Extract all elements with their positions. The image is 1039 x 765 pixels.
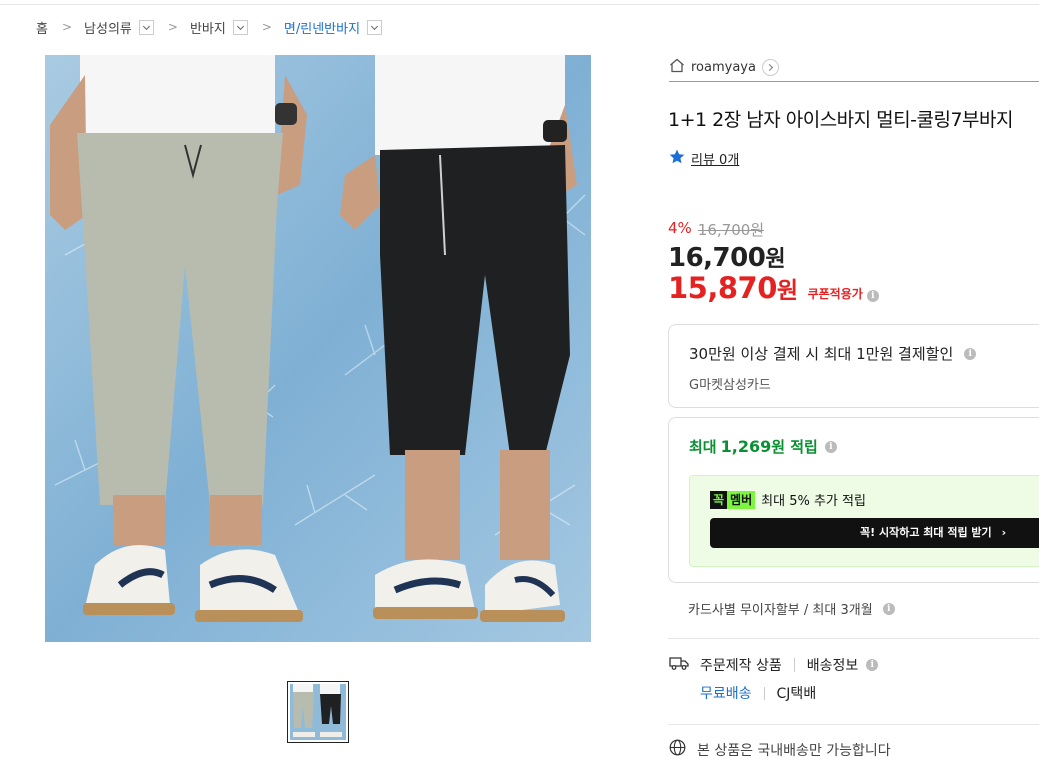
coupon-price: 15,870원 [668, 271, 798, 305]
price-block: 4% 16,700원 16,700원 15,870원 쿠폰적용가 i [668, 219, 879, 305]
product-main-image[interactable] [45, 55, 591, 642]
installment-text: 카드사별 무이자할부 / 최대 3개월 [688, 603, 873, 618]
separator [763, 686, 765, 700]
coupon-price-row: 15,870원 쿠폰적용가 i [668, 271, 879, 305]
points-box: 최대 1,269 원 적립 i 꼭 멤버 최대 5% 추가 적립 꼭! 시작하고… [668, 417, 1039, 583]
breadcrumb-category-2[interactable]: > 반바지 [154, 18, 248, 37]
discount-rate: 4% [668, 219, 692, 237]
carrier-label: CJ택배 [776, 686, 817, 702]
review-link[interactable]: 리뷰 0개 [669, 149, 739, 168]
ggok-badge-1: 꼭 [710, 490, 728, 509]
truck-icon [669, 656, 689, 674]
coupon-label: 쿠폰적용가 [807, 287, 863, 301]
ggok-member-promo: 꼭 멤버 최대 5% 추가 적립 꼭! 시작하고 최대 적립 받기 › [689, 475, 1039, 567]
original-price: 16,700원 [697, 221, 765, 239]
star-icon [669, 149, 685, 168]
divider [668, 638, 1039, 639]
breadcrumb-category-2-label[interactable]: 반바지 [190, 18, 226, 37]
points-suffix: 원 적립 [771, 438, 818, 456]
seller-name[interactable]: roamyaya [691, 60, 756, 75]
shipping-row: 주문제작 상품 배송정보 i [669, 655, 879, 675]
breadcrumb-home-label[interactable]: 홈 [36, 18, 48, 37]
breadcrumb-category-3-label[interactable]: 면/린넨반바지 [284, 18, 360, 37]
points-prefix: 최대 [689, 438, 717, 456]
breadcrumb-category-1-label[interactable]: 남성의류 [84, 18, 132, 37]
sale-price-number: 16,700 [668, 243, 766, 273]
top-divider [0, 4, 1039, 5]
breadcrumb-category-3[interactable]: > 면/린넨반바지 [248, 18, 383, 37]
chevron-down-icon[interactable] [232, 19, 248, 35]
ggok-start-button[interactable]: 꼭! 시작하고 최대 적립 받기 › [710, 518, 1039, 548]
divider [668, 724, 1039, 725]
info-icon[interactable]: i [824, 440, 837, 453]
member-bonus-text: 최대 5% 추가 적립 [761, 494, 866, 509]
seller-row[interactable]: roamyaya [669, 54, 1039, 82]
product-thumbnail[interactable] [287, 681, 349, 743]
chevron-down-icon[interactable] [367, 19, 383, 35]
points-headline: 최대 1,269 원 적립 i [689, 436, 1027, 457]
breadcrumb-category-1[interactable]: > 남성의류 [48, 18, 154, 37]
sale-price-unit: 원 [765, 247, 786, 272]
installment-row: 카드사별 무이자할부 / 최대 3개월 i [688, 599, 895, 618]
made-to-order-label: 주문제작 상품 [700, 658, 782, 674]
breadcrumb-home[interactable]: 홈 [36, 18, 48, 37]
shipping-detail-row: 무료배송 CJ택배 [700, 683, 816, 703]
info-icon[interactable]: i [866, 290, 879, 302]
discount-row: 4% 16,700원 [668, 219, 879, 240]
sale-price: 16,700원 [668, 241, 879, 273]
coupon-price-number: 15,870 [668, 271, 777, 305]
free-shipping-label: 무료배송 [700, 686, 752, 702]
ggok-member-badge: 꼭 멤버 [710, 490, 756, 509]
card-promo-headline-row: 30만원 이상 결제 시 최대 1만원 결제할인 i [689, 343, 1027, 364]
shipping-info-link[interactable]: 배송정보 [807, 655, 859, 675]
chevron-right-icon: > [61, 20, 73, 34]
domestic-shipping-note: 본 상품은 국내배송만 가능합니다 [697, 742, 891, 759]
card-promo-headline: 30만원 이상 결제 시 최대 1만원 결제할인 [689, 345, 954, 363]
card-promo-box: 30만원 이상 결제 시 최대 1만원 결제할인 i G마켓삼성카드 [668, 324, 1039, 408]
ggok-badge-2: 멤버 [727, 490, 756, 509]
review-count-label[interactable]: 리뷰 0개 [691, 149, 739, 168]
info-icon[interactable]: i [964, 347, 977, 360]
ggok-member-row: 꼭 멤버 최대 5% 추가 적립 [710, 490, 1039, 509]
coupon-price-unit: 원 [776, 278, 798, 304]
info-icon[interactable]: i [866, 659, 879, 671]
separator [793, 658, 795, 672]
breadcrumb: 홈 > 남성의류 > 반바지 > 면/린넨반바지 [36, 17, 383, 37]
points-amount: 1,269 [720, 437, 772, 456]
chevron-right-icon: > [261, 20, 272, 34]
chevron-down-icon[interactable] [138, 19, 154, 35]
globe-icon [669, 739, 686, 760]
ggok-start-button-label[interactable]: 꼭! 시작하고 최대 적립 받기 [860, 526, 992, 539]
domestic-shipping-row: 본 상품은 국내배송만 가능합니다 [669, 739, 891, 760]
store-home-icon [669, 58, 685, 77]
product-title: 1+1 2장 남자 아이스바지 멀티-쿨링7부바지 [668, 109, 1014, 131]
card-name: G마켓삼성카드 [689, 378, 771, 393]
info-icon[interactable]: i [882, 602, 895, 615]
chevron-right-icon: > [167, 20, 178, 34]
chevron-right-icon: › [1001, 526, 1007, 539]
chevron-right-icon[interactable] [761, 59, 779, 76]
